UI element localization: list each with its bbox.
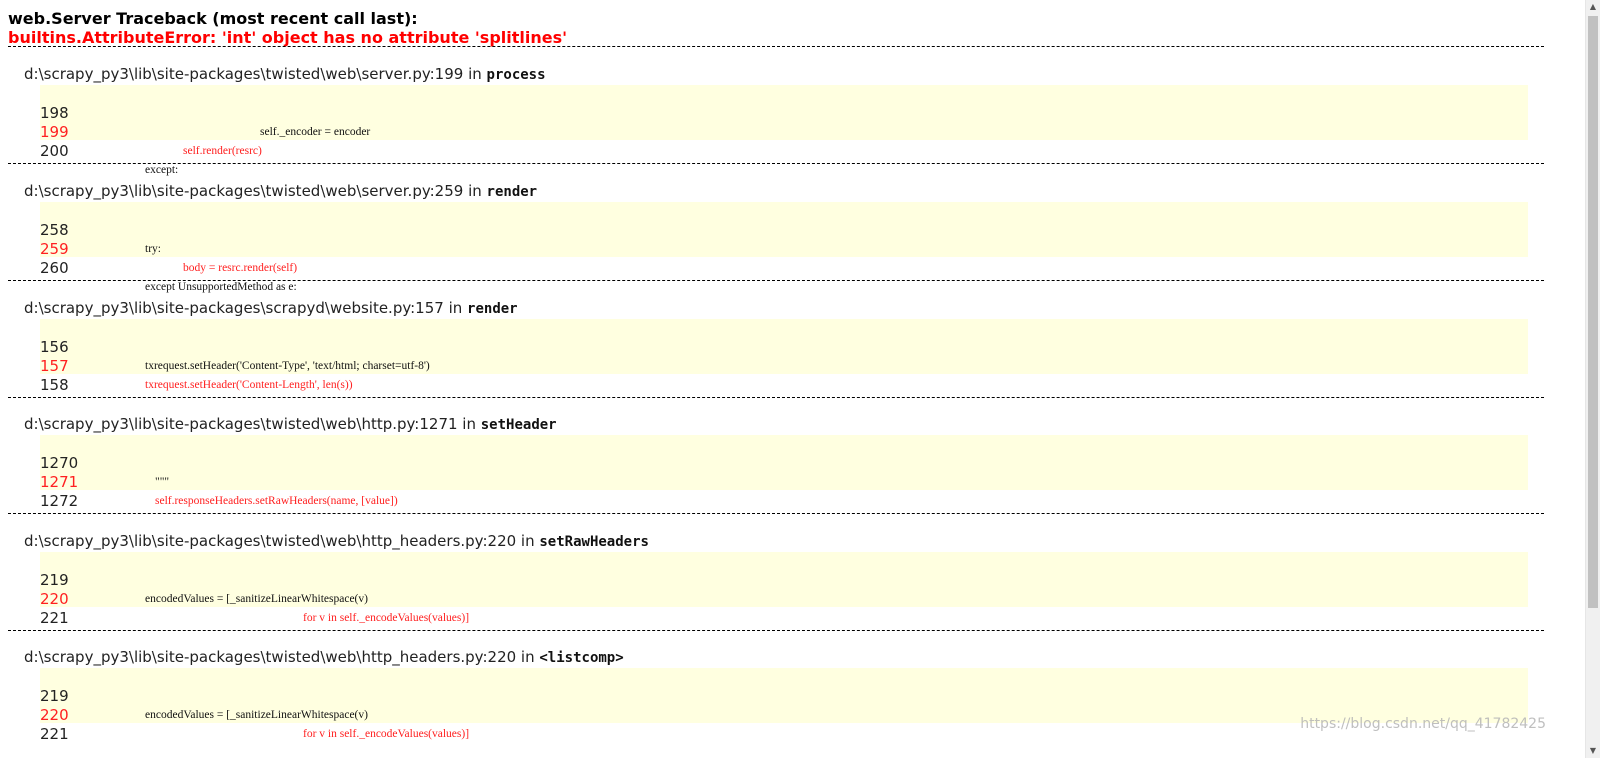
code-text: txrequest.setHeader('Content-Length', le… [145, 379, 353, 391]
frame-location: d:\scrapy_py3\lib\site-packages\twisted\… [24, 532, 649, 551]
frame-location: d:\scrapy_py3\lib\site-packages\twisted\… [24, 415, 557, 434]
code-line: 221 [40, 590, 71, 627]
code-text: self.responseHeaders.setRawHeaders(name,… [155, 495, 398, 507]
code-text: encodedValues = [_sanitizeLinearWhitespa… [145, 709, 368, 721]
code-snippet: 156 txrequest.setHeader('Content-Type', … [40, 319, 1528, 394]
frame-location: d:\scrapy_py3\lib\site-packages\twisted\… [24, 65, 546, 84]
frame-file-path: d:\scrapy_py3\lib\site-packages\twisted\… [24, 415, 481, 433]
frame-function-name: <listcomp> [539, 650, 624, 666]
code-line-highlighted: 199 self.render(resrc) [40, 104, 262, 157]
code-line: 156 txrequest.setHeader('Content-Type', … [40, 319, 430, 372]
code-text: body = resrc.render(self) [183, 262, 298, 274]
code-line: 200 except: [40, 123, 178, 176]
code-snippet: 219 encodedValues = [_sanitizeLinearWhit… [40, 552, 1528, 627]
code-line-highlighted: 220 for v in self._encodeValues(values)] [40, 687, 469, 740]
traceback-title: web.Server Traceback (most recent call l… [8, 9, 418, 28]
error-message: builtins.AttributeError: 'int' object ha… [8, 28, 568, 47]
frame-function-name: process [486, 67, 546, 83]
code-line: 258 try: [40, 202, 161, 255]
divider [8, 513, 1544, 514]
code-line: 1270 """ [40, 435, 169, 488]
line-number: 200 [40, 142, 69, 160]
traceback-page: web.Server Traceback (most recent call l… [0, 0, 1586, 758]
scroll-down-icon[interactable]: ▼ [1586, 744, 1600, 758]
frame-file-path: d:\scrapy_py3\lib\site-packages\twisted\… [24, 65, 487, 83]
watermark: https://blog.csdn.net/qq_41782425 [1300, 716, 1546, 732]
code-line: 260 except UnsupportedMethod as e: [40, 240, 297, 293]
code-line-highlighted: 259 body = resrc.render(self) [40, 221, 297, 274]
line-number: 260 [40, 259, 69, 277]
divider [8, 630, 1544, 631]
code-line: 219 encodedValues = [_sanitizeLinearWhit… [40, 552, 368, 605]
line-number: 221 [40, 609, 69, 627]
code-text: self.render(resrc) [183, 145, 262, 157]
code-line-highlighted: 220 for v in self._encodeValues(values)] [40, 571, 469, 624]
code-text: for v in self._encodeValues(values)] [303, 728, 470, 740]
code-snippet: 219 encodedValues = [_sanitizeLinearWhit… [40, 668, 1528, 743]
scroll-up-icon[interactable]: ▲ [1586, 0, 1600, 14]
code-text: try: [145, 243, 161, 255]
frame-function-name: setRawHeaders [539, 534, 649, 550]
code-line: 1272 [40, 473, 78, 510]
vertical-scrollbar[interactable]: ▲ ▼ [1585, 0, 1600, 758]
divider [8, 163, 1544, 164]
line-number: 221 [40, 725, 69, 743]
code-line: 221 [40, 706, 71, 743]
divider [8, 280, 1544, 281]
frame-file-path: d:\scrapy_py3\lib\site-packages\twisted\… [24, 648, 540, 666]
code-snippet: 258 try: 259 body = resrc.render(self) 2… [40, 202, 1528, 293]
frame-function-name: render [467, 301, 518, 317]
code-snippet: 198 self._encoder = encoder 199 self.ren… [40, 85, 1528, 176]
divider [8, 46, 1544, 47]
divider [8, 397, 1544, 398]
scrollbar-thumb[interactable] [1588, 16, 1598, 608]
frame-function-name: setHeader [480, 417, 557, 433]
code-line: 158 [40, 357, 71, 394]
code-snippet: 1270 """ 1271 self.responseHeaders.setRa… [40, 435, 1528, 510]
frame-file-path: d:\scrapy_py3\lib\site-packages\twisted\… [24, 532, 540, 550]
code-line-highlighted: 1271 self.responseHeaders.setRawHeaders(… [40, 454, 398, 507]
frame-location: d:\scrapy_py3\lib\site-packages\twisted\… [24, 648, 624, 667]
frame-file-path: d:\scrapy_py3\lib\site-packages\scrapyd\… [24, 299, 468, 317]
line-number: 1272 [40, 492, 79, 510]
frame-file-path: d:\scrapy_py3\lib\site-packages\twisted\… [24, 182, 487, 200]
code-line-highlighted: 157 txrequest.setHeader('Content-Length'… [40, 338, 353, 391]
code-text: encodedValues = [_sanitizeLinearWhitespa… [145, 593, 368, 605]
frame-function-name: render [486, 184, 538, 200]
code-line: 198 self._encoder = encoder [40, 85, 370, 138]
frame-location: d:\scrapy_py3\lib\site-packages\twisted\… [24, 182, 537, 201]
code-text: """ [155, 476, 170, 488]
code-line: 219 encodedValues = [_sanitizeLinearWhit… [40, 668, 368, 721]
code-text: self._encoder = encoder [260, 126, 371, 138]
code-text: txrequest.setHeader('Content-Type', 'tex… [145, 360, 430, 372]
code-text: for v in self._encodeValues(values)] [303, 612, 470, 624]
line-number: 158 [40, 376, 69, 394]
frame-location: d:\scrapy_py3\lib\site-packages\scrapyd\… [24, 299, 518, 318]
